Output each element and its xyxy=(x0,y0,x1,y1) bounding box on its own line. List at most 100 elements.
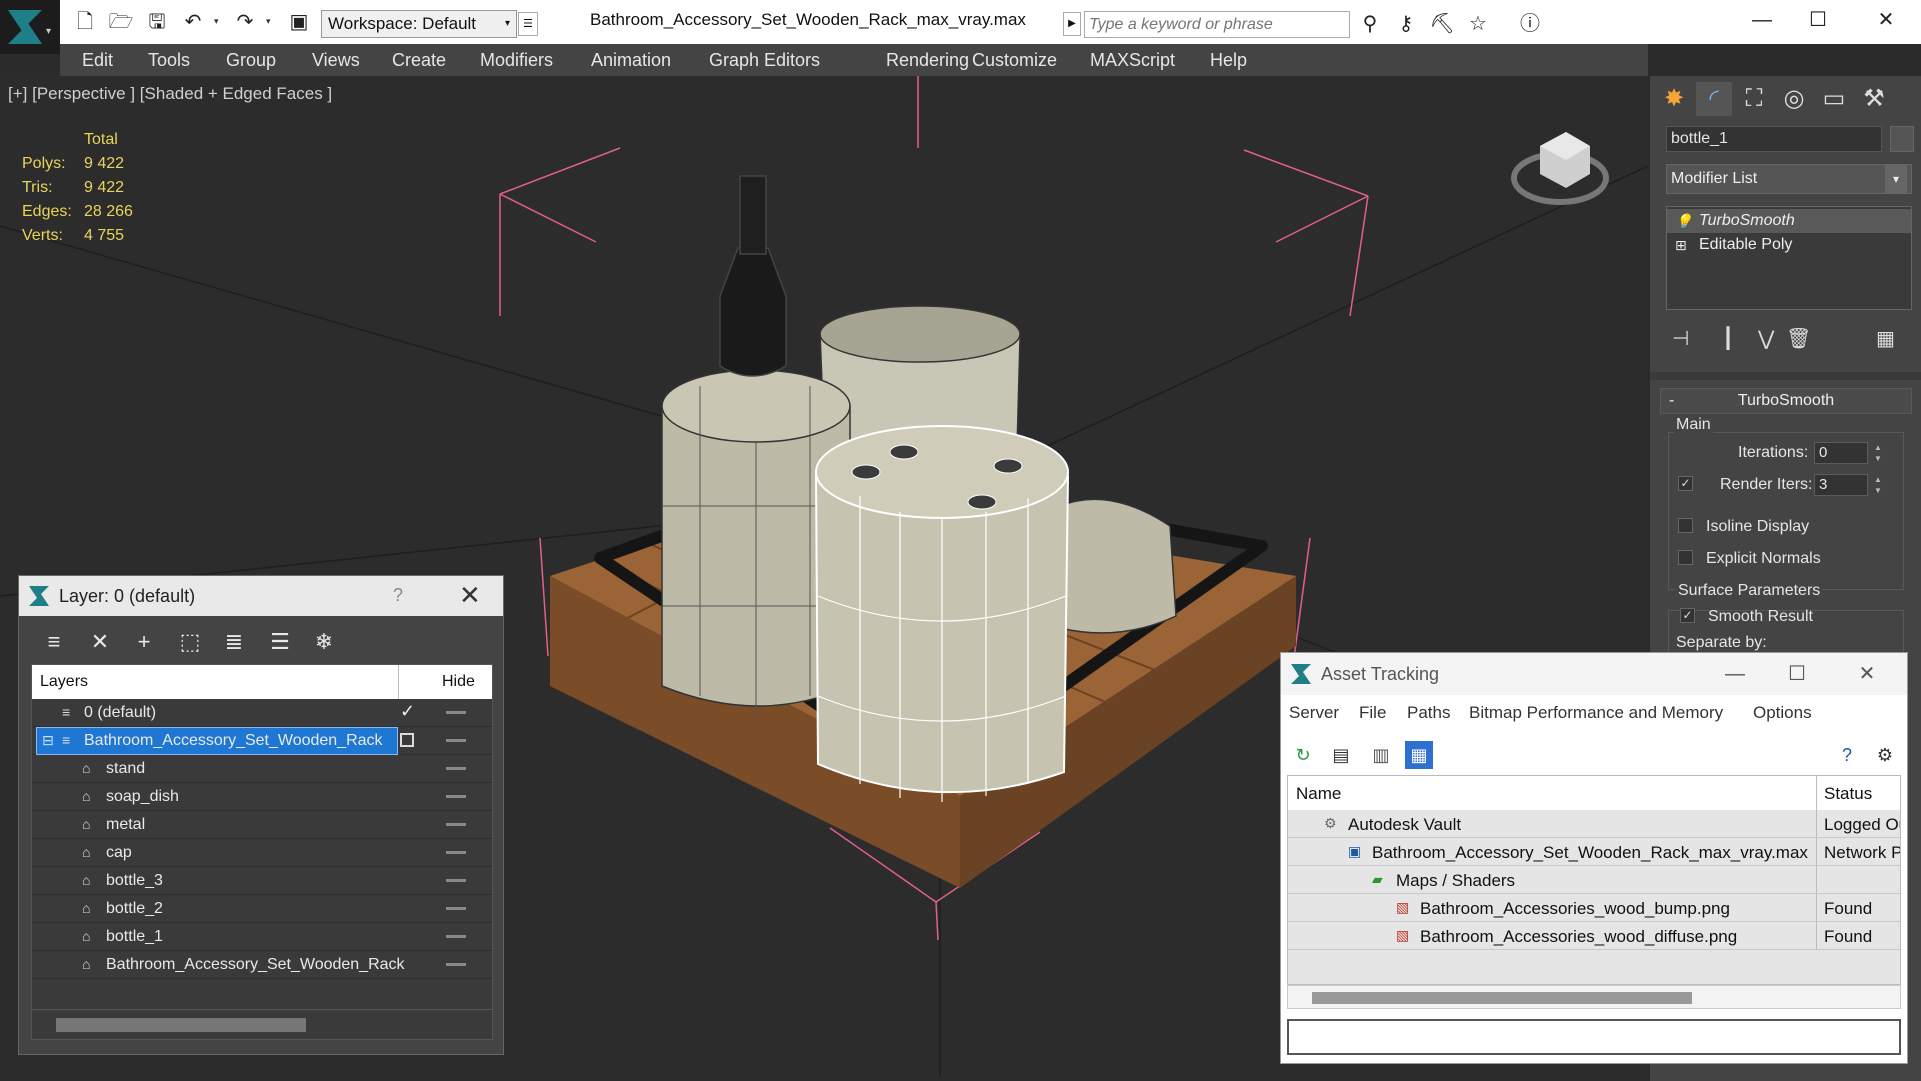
hide-toggle[interactable] xyxy=(446,851,466,854)
new-file-icon[interactable]: 🗋 xyxy=(72,10,98,34)
object-name-field[interactable]: bottle_1 xyxy=(1666,126,1882,152)
help-icon[interactable]: ⓘ xyxy=(1516,11,1544,37)
maximize-icon[interactable]: ☐ xyxy=(1796,5,1840,35)
layer-row[interactable]: ≡ 0 (default) ✓ xyxy=(32,699,492,727)
smooth-result-checkbox[interactable]: ✓ xyxy=(1680,608,1695,623)
configure-modifier-sets-icon[interactable]: ▦ xyxy=(1876,326,1895,351)
menu-graph-editors[interactable]: Graph Editors xyxy=(709,50,820,71)
key-icon[interactable]: ⚷ xyxy=(1392,11,1420,37)
menu-help[interactable]: Help xyxy=(1210,50,1247,71)
layer-row[interactable]: ⌂ stand xyxy=(32,755,492,783)
column-name[interactable]: Name xyxy=(1296,784,1341,804)
close-icon[interactable]: ✕ xyxy=(1847,659,1887,689)
maximize-icon[interactable]: ☐ xyxy=(1777,659,1817,689)
minimize-icon[interactable]: — xyxy=(1715,659,1755,689)
layer-row[interactable]: ⌂ metal xyxy=(32,811,492,839)
active-layer-check-icon[interactable]: ✓ xyxy=(400,701,415,722)
binoculars-icon[interactable]: ⚲ xyxy=(1356,11,1384,37)
asset-path-field[interactable] xyxy=(1287,1019,1901,1055)
hide-toggle[interactable] xyxy=(446,963,466,966)
app-logo[interactable]: ▾ xyxy=(0,0,60,54)
undo-dropdown-icon[interactable]: ▾ xyxy=(214,16,219,27)
create-tab-icon[interactable]: ✸ xyxy=(1656,82,1692,116)
stack-item-editable-poly[interactable]: ⊞ Editable Poly xyxy=(1667,233,1911,257)
render-iters-checkbox[interactable]: ✓ xyxy=(1678,476,1693,491)
layer-dialog-title-bar[interactable]: Layer: 0 (default) ? ✕ xyxy=(19,576,503,616)
add-selection-icon[interactable]: + xyxy=(129,628,159,656)
hierarchy-tab-icon[interactable]: ⛶ xyxy=(1736,82,1772,116)
asset-dialog-title-bar[interactable]: Asset Tracking — ☐ ✕ xyxy=(1281,653,1907,695)
redo-dropdown-icon[interactable]: ▾ xyxy=(266,16,271,27)
utilities-tab-icon[interactable]: ⚒ xyxy=(1856,82,1892,116)
column-layers[interactable]: Layers xyxy=(40,673,88,691)
close-icon[interactable]: ✕ xyxy=(1864,5,1908,35)
signin-icon[interactable]: ⛏ xyxy=(1428,11,1456,37)
menu-bitmap-performance[interactable]: Bitmap Performance and Memory xyxy=(1469,703,1723,723)
hide-toggle[interactable] xyxy=(446,739,466,742)
scrollbar-thumb[interactable] xyxy=(56,1018,306,1032)
object-color-swatch[interactable] xyxy=(1890,126,1914,152)
workspace-dropdown[interactable]: Workspace: Default ▾ xyxy=(321,10,517,38)
menu-maxscript[interactable]: MAXScript xyxy=(1090,50,1175,71)
asset-row[interactable]: ▧ Bathroom_Accessories_wood_bump.png Fou… xyxy=(1288,894,1900,922)
menu-server[interactable]: Server xyxy=(1289,703,1339,723)
stack-item-turbosmooth[interactable]: 💡 TurboSmooth xyxy=(1667,209,1911,233)
expand-icon[interactable]: ⊞ xyxy=(1675,233,1687,257)
layer-row[interactable]: ⊟ ≡ Bathroom_Accessory_Set_Wooden_Rack xyxy=(32,727,492,755)
pin-stack-icon[interactable]: ⊣ xyxy=(1672,326,1689,351)
asset-row[interactable]: ▧ Bathroom_Accessories_wood_diffuse.png … xyxy=(1288,922,1900,950)
menu-tools[interactable]: Tools xyxy=(148,50,190,71)
scrollbar-thumb[interactable] xyxy=(1312,992,1692,1004)
layer-row[interactable]: ⌂ cap xyxy=(32,839,492,867)
horizontal-scrollbar[interactable] xyxy=(32,1009,492,1039)
asset-row[interactable]: ⚙ Autodesk Vault Logged Ou xyxy=(1288,810,1900,838)
iterations-spinner[interactable]: 0 xyxy=(1814,442,1868,464)
hide-toggle[interactable] xyxy=(446,795,466,798)
delete-layer-icon[interactable]: ✕ xyxy=(85,628,115,656)
highlight-layer-icon[interactable]: ≣ xyxy=(219,628,249,656)
select-objects-icon[interactable]: ⬚ xyxy=(175,628,205,656)
asset-row[interactable]: ▣ Bathroom_Accessory_Set_Wooden_Rack_max… xyxy=(1288,838,1900,866)
star-icon[interactable]: ☆ xyxy=(1464,11,1492,37)
hide-toggle[interactable] xyxy=(446,823,466,826)
search-input[interactable] xyxy=(1084,11,1350,38)
horizontal-scrollbar[interactable] xyxy=(1287,985,1901,1009)
isoline-display-checkbox[interactable] xyxy=(1678,518,1693,533)
layer-row[interactable]: ⌂ Bathroom_Accessory_Set_Wooden_Rack xyxy=(32,951,492,979)
menu-file[interactable]: File xyxy=(1359,703,1386,723)
layer-row[interactable]: ⌂ soap_dish xyxy=(32,783,492,811)
menu-modifiers[interactable]: Modifiers xyxy=(480,50,553,71)
undo-icon[interactable]: ↶ xyxy=(180,10,206,34)
search-expand-icon[interactable]: ▶ xyxy=(1063,12,1081,36)
modify-tab-icon[interactable]: ◜ xyxy=(1696,82,1732,116)
menu-group[interactable]: Group xyxy=(226,50,276,71)
asset-row[interactable]: ▰ Maps / Shaders xyxy=(1288,866,1900,894)
remove-modifier-icon[interactable]: 🗑 xyxy=(1786,326,1811,351)
menu-options[interactable]: Options xyxy=(1753,703,1812,723)
menu-create[interactable]: Create xyxy=(392,50,446,71)
layer-row[interactable]: ⌂ bottle_3 xyxy=(32,867,492,895)
render-iters-spinner[interactable]: 3 xyxy=(1814,474,1868,496)
modifier-list-dropdown[interactable]: Modifier List ▾ xyxy=(1666,164,1912,194)
explicit-normals-checkbox[interactable] xyxy=(1678,550,1693,565)
help-icon[interactable]: ? xyxy=(393,585,403,606)
settings-help-icon[interactable]: ⚙ xyxy=(1871,741,1899,769)
refresh-icon[interactable]: ↻ xyxy=(1289,741,1317,769)
display-tab-icon[interactable]: ▭ xyxy=(1816,82,1852,116)
menu-animation[interactable]: Animation xyxy=(591,50,671,71)
collapse-icon[interactable]: ⊟ xyxy=(42,732,54,749)
bulb-icon[interactable]: 💡 xyxy=(1675,209,1692,233)
project-folder-icon[interactable]: ▣ xyxy=(286,10,312,34)
layer-row[interactable]: ⌂ bottle_1 xyxy=(32,923,492,951)
viewport-label[interactable]: [+] [Perspective ] [Shaded + Edged Faces… xyxy=(8,84,332,104)
hide-toggle[interactable] xyxy=(446,907,466,910)
workspace-menu-button[interactable]: ☰ xyxy=(518,12,538,36)
open-file-icon[interactable]: 🗁 xyxy=(108,10,134,34)
table-view-icon[interactable]: ▦ xyxy=(1405,741,1433,769)
freeze-all-icon[interactable]: ❄ xyxy=(309,628,339,656)
spinner-arrows-icon[interactable]: ▲ ▼ xyxy=(1872,442,1884,464)
redo-icon[interactable]: ↷ xyxy=(232,10,258,34)
hide-toggle[interactable] xyxy=(446,879,466,882)
menu-views[interactable]: Views xyxy=(312,50,360,71)
close-icon[interactable]: ✕ xyxy=(459,580,481,611)
